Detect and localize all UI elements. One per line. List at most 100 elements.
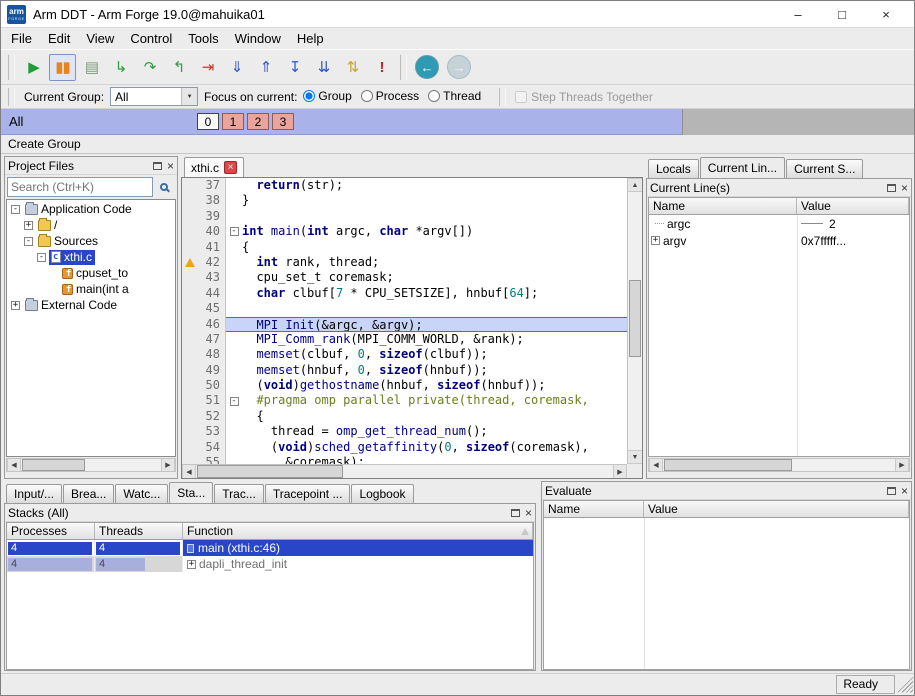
tab-watc[interactable]: Watc... bbox=[115, 484, 168, 503]
project-horizontal-scrollbar[interactable]: ◀ ▶ bbox=[6, 458, 176, 472]
bottom-stack-frame-button[interactable]: ↧ bbox=[281, 54, 308, 81]
close-button[interactable]: × bbox=[864, 7, 908, 22]
pause-button[interactable]: ▮▮ bbox=[49, 54, 76, 81]
current-group-select[interactable]: All ▼ bbox=[110, 87, 198, 106]
scroll-down-icon[interactable]: ▼ bbox=[628, 450, 642, 464]
code-line-51[interactable]: 51- #pragma omp parallel private(thread,… bbox=[182, 393, 627, 408]
minimize-button[interactable]: – bbox=[776, 7, 820, 22]
code-line-48[interactable]: 48 memset(clbuf, 0, sizeof(clbuf)); bbox=[182, 347, 627, 362]
tree-item-sources[interactable]: -Sources bbox=[7, 233, 175, 249]
tab-locals[interactable]: Locals bbox=[648, 159, 699, 178]
panel-float-icon[interactable] bbox=[887, 184, 896, 192]
search-icon[interactable] bbox=[153, 177, 175, 197]
scrollbar-thumb[interactable] bbox=[664, 459, 792, 471]
tree-item-application-code[interactable]: -Application Code bbox=[7, 201, 175, 217]
scrollbar-thumb[interactable] bbox=[197, 465, 343, 478]
resize-grip[interactable] bbox=[897, 677, 913, 693]
tree-item-main-int-a[interactable]: main(int a bbox=[7, 281, 175, 297]
column-header-name[interactable]: Name bbox=[544, 501, 644, 517]
focus-radio-input-group[interactable] bbox=[303, 90, 315, 102]
menu-item-edit[interactable]: Edit bbox=[40, 29, 78, 48]
tree-item-item[interactable]: +/ bbox=[7, 217, 175, 233]
code-line-44[interactable]: 44 char clbuf[7 * CPU_SETSIZE], hnbuf[64… bbox=[182, 286, 627, 301]
process-box-3[interactable]: 3 bbox=[272, 113, 294, 130]
column-header-threads[interactable]: Threads bbox=[95, 523, 183, 539]
tab-xthi-c[interactable]: xthi.c × bbox=[184, 157, 244, 177]
tree-expander-icon[interactable]: + bbox=[11, 301, 20, 310]
code-line-42[interactable]: 42 int rank, thread; bbox=[182, 255, 627, 270]
code-line-55[interactable]: 55 &coremask); bbox=[182, 455, 627, 464]
tab-current-lin[interactable]: Current Lin... bbox=[700, 157, 785, 178]
menu-item-tools[interactable]: Tools bbox=[180, 29, 226, 48]
focus-radio-group[interactable]: Group bbox=[303, 89, 351, 103]
scroll-right-icon[interactable]: ▶ bbox=[895, 459, 909, 471]
code-line-41[interactable]: 41{ bbox=[182, 240, 627, 255]
code-line-40[interactable]: 40-int main(int argc, char *argv[]) bbox=[182, 224, 627, 239]
panel-close-icon[interactable]: × bbox=[167, 161, 174, 171]
code-line-52[interactable]: 52 { bbox=[182, 409, 627, 424]
step-over-button[interactable]: ↷ bbox=[136, 54, 163, 81]
panel-float-icon[interactable] bbox=[511, 509, 520, 517]
abort-button[interactable]: ! bbox=[368, 54, 395, 81]
step-out-button[interactable]: ↰ bbox=[165, 54, 192, 81]
code-line-49[interactable]: 49 memset(hnbuf, 0, sizeof(hnbuf)); bbox=[182, 363, 627, 378]
stack-row-dapli-thread-init[interactable]: 44+dapli_thread_init bbox=[7, 556, 533, 572]
stack-row-main-xthi-c-46[interactable]: 44main (xthi.c:46) bbox=[7, 540, 533, 556]
maximize-button[interactable]: □ bbox=[820, 7, 864, 22]
group-all[interactable]: All 0123 bbox=[1, 109, 682, 135]
variable-row-argv[interactable]: +argv0x7fffff... bbox=[649, 232, 909, 249]
focus-radio-thread[interactable]: Thread bbox=[428, 89, 481, 103]
scroll-right-icon[interactable]: ▶ bbox=[161, 459, 175, 471]
expander-icon[interactable]: + bbox=[187, 560, 196, 569]
menu-item-help[interactable]: Help bbox=[289, 29, 332, 48]
fold-icon[interactable]: - bbox=[230, 227, 239, 236]
code-line-53[interactable]: 53 thread = omp_get_thread_num(); bbox=[182, 424, 627, 439]
back-button[interactable]: ← bbox=[415, 55, 439, 79]
code-line-47[interactable]: 47 MPI_Comm_rank(MPI_COMM_WORLD, &rank); bbox=[182, 332, 627, 347]
menu-item-window[interactable]: Window bbox=[227, 29, 289, 48]
scroll-up-icon[interactable]: ▲ bbox=[628, 178, 642, 192]
run-button[interactable]: ▶ bbox=[20, 54, 47, 81]
scrollbar-thumb[interactable] bbox=[629, 280, 641, 357]
focus-radio-process[interactable]: Process bbox=[361, 89, 419, 103]
sync-source-button[interactable]: ⇅ bbox=[339, 54, 366, 81]
process-box-0[interactable]: 0 bbox=[197, 113, 219, 130]
tree-item-xthi-c[interactable]: -xthi.c bbox=[7, 249, 175, 265]
create-group-button[interactable]: Create Group bbox=[1, 135, 914, 154]
menu-item-file[interactable]: File bbox=[3, 29, 40, 48]
tab-brea[interactable]: Brea... bbox=[63, 484, 114, 503]
code-line-39[interactable]: 39 bbox=[182, 209, 627, 224]
up-stack-frame-button[interactable]: ⇑ bbox=[252, 54, 279, 81]
menu-item-control[interactable]: Control bbox=[122, 29, 180, 48]
step-threads-checkbox[interactable]: Step Threads Together bbox=[515, 90, 653, 104]
run-to-line-button[interactable]: ⇥ bbox=[194, 54, 221, 81]
down-stack-frame-button[interactable]: ⇓ bbox=[223, 54, 250, 81]
fold-icon[interactable]: - bbox=[230, 397, 239, 406]
code-line-45[interactable]: 45 bbox=[182, 301, 627, 316]
panel-float-icon[interactable] bbox=[153, 162, 162, 170]
forward-button[interactable]: → bbox=[447, 55, 471, 79]
editor-vertical-scrollbar[interactable]: ▲ ▼ bbox=[627, 178, 642, 464]
menu-item-view[interactable]: View bbox=[78, 29, 122, 48]
tab-trac[interactable]: Trac... bbox=[214, 484, 264, 503]
tab-sta[interactable]: Sta... bbox=[169, 482, 213, 503]
tab-input[interactable]: Input/... bbox=[6, 484, 62, 503]
tree-item-cpuset-to[interactable]: cpuset_to bbox=[7, 265, 175, 281]
expander-icon[interactable]: + bbox=[651, 236, 660, 245]
tree-expander-icon[interactable]: - bbox=[24, 237, 33, 246]
panel-close-icon[interactable]: × bbox=[901, 486, 908, 496]
tree-expander-icon[interactable]: + bbox=[24, 221, 33, 230]
code-line-37[interactable]: 37 return(str); bbox=[182, 178, 627, 193]
tab-logbook[interactable]: Logbook bbox=[351, 484, 413, 503]
tree-expander-icon[interactable]: - bbox=[11, 205, 20, 214]
process-box-2[interactable]: 2 bbox=[247, 113, 269, 130]
step-into-button[interactable]: ↳ bbox=[107, 54, 134, 81]
scroll-left-icon[interactable]: ◀ bbox=[649, 459, 663, 471]
panel-close-icon[interactable]: × bbox=[525, 508, 532, 518]
editor-horizontal-scrollbar[interactable]: ◀ ▶ bbox=[182, 464, 627, 478]
close-tab-icon[interactable]: × bbox=[224, 161, 237, 174]
focus-radio-input-thread[interactable] bbox=[428, 90, 440, 102]
tree-item-external-code[interactable]: +External Code bbox=[7, 297, 175, 313]
scroll-left-icon[interactable]: ◀ bbox=[7, 459, 21, 471]
process-box-1[interactable]: 1 bbox=[222, 113, 244, 130]
